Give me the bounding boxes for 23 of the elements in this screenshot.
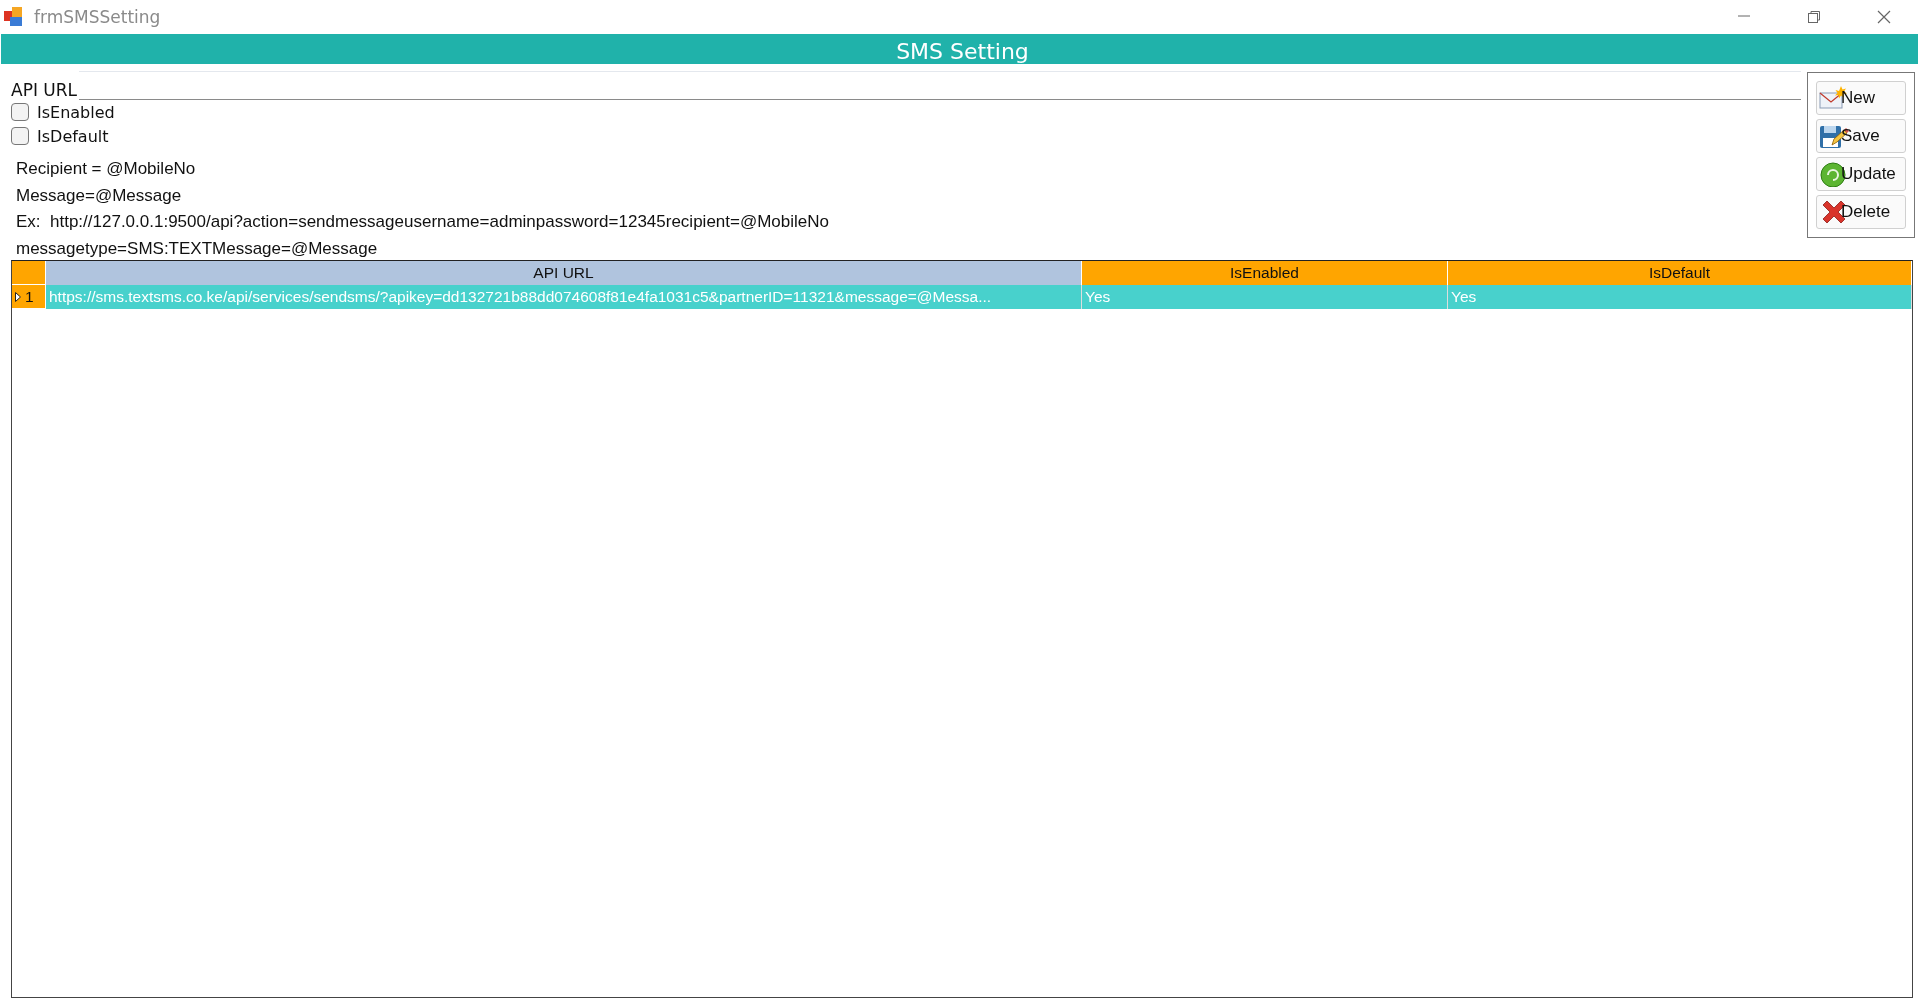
close-icon[interactable] [1877,10,1891,24]
checkbox-label: IsEnabled [37,102,115,122]
checkbox[interactable] [11,127,29,145]
row-pointer-icon [15,291,21,302]
header-title: SMS Setting [896,38,1029,66]
column-header[interactable]: IsEnabled [1082,261,1448,285]
hint-text: Ex: http://127.0.0.1:9500/api?action=sendmessageusername=adminpassword=12345recipient=@MobileNo [16,211,830,233]
column-header[interactable]: API URL [46,261,1082,285]
app-icon [4,7,24,27]
hint-text: messagetype=SMS:TEXTMessage=@Message [16,237,379,260]
save-button[interactable]: Save [1816,119,1906,153]
checkbox-label: IsDefault [37,126,109,146]
hint-text: Message=@Message [16,184,183,207]
new-button[interactable]: New [1816,81,1906,115]
checkbox[interactable] [11,103,29,121]
delete-button[interactable]: Delete [1816,195,1906,229]
hint-text: Recipient = @MobileNo [16,158,197,180]
row-number: 1 [25,287,34,306]
column-header[interactable]: IsDefault [1448,261,1912,285]
restore-icon[interactable] [1807,10,1821,24]
field-label: API URL [11,80,79,100]
window-title: frmSMSSetting [34,7,161,27]
row-header[interactable]: 1 [12,285,46,309]
